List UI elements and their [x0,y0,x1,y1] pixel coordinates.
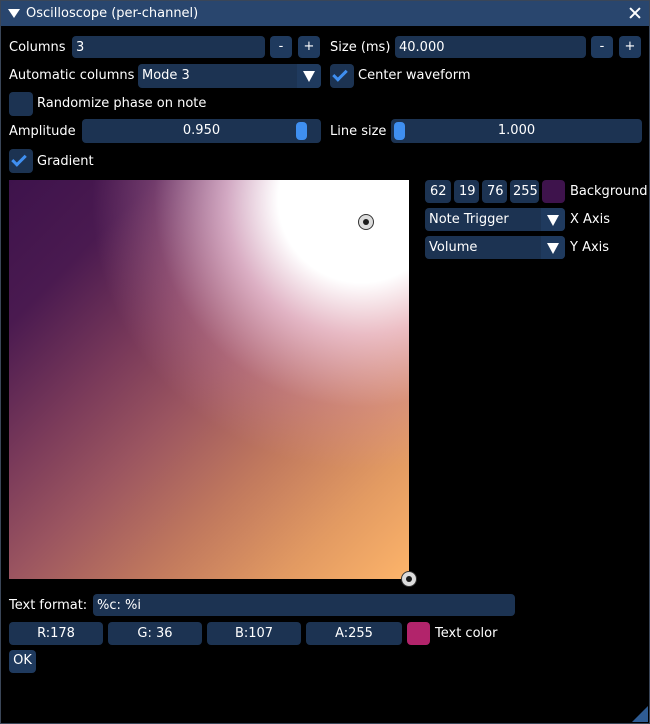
x-axis-value: Note Trigger [429,212,509,227]
text-color-label: Text color [435,626,498,641]
automatic-columns-label: Automatic columns [9,68,135,83]
resize-grip[interactable] [632,706,648,722]
y-axis-label: Y Axis [570,240,610,255]
background-b-value: 76 [487,184,504,199]
text-color-g-input[interactable]: G: 36 [108,622,202,645]
title-bar[interactable]: Oscilloscope (per-channel) [1,1,649,26]
randomize-phase-label: Randomize phase on note [37,96,207,111]
text-color-a-input[interactable]: A:255 [306,622,402,645]
size-value: 40.000 [399,40,445,55]
amplitude-value: 0.950 [182,123,221,138]
columns-decrement-button[interactable]: - [270,36,292,58]
background-label: Background [570,184,648,199]
checkmark-icon [332,66,348,82]
text-format-input[interactable]: %c: %i [93,594,515,616]
y-axis-value: Volume [429,240,478,255]
background-r-value: 62 [430,184,447,199]
checkmark-icon [11,151,27,167]
randomize-phase-checkbox[interactable] [9,92,33,116]
background-b-input[interactable]: 76 [482,180,507,203]
y-axis-combo[interactable]: Volume [425,236,565,259]
size-label: Size (ms) [330,40,391,55]
columns-input[interactable]: 3 [72,36,265,58]
size-input[interactable]: 40.000 [395,36,586,58]
automatic-columns-value: Mode 3 [142,68,190,83]
window-title: Oscilloscope (per-channel) [26,6,199,21]
ok-button[interactable]: OK [9,650,36,673]
size-decrement-button[interactable]: - [591,36,613,58]
x-axis-combo[interactable]: Note Trigger [425,208,565,231]
background-a-input[interactable]: 255 [510,180,539,203]
background-g-input[interactable]: 19 [454,180,479,203]
text-format-value: %c: %i [97,598,141,613]
background-g-value: 19 [459,184,476,199]
gradient-point-handle[interactable] [401,571,417,587]
text-format-label: Text format: [9,598,88,613]
line-size-slider[interactable]: 1.000 [391,119,642,143]
gradient-label: Gradient [37,154,94,169]
center-waveform-checkbox[interactable] [330,64,354,88]
background-color-swatch[interactable] [542,180,565,203]
line-size-label: Line size [330,124,387,139]
columns-increment-button[interactable]: + [298,36,320,58]
close-icon[interactable] [627,5,643,21]
gradient-editor[interactable] [9,180,409,579]
columns-label: Columns [9,40,66,55]
gradient-point-handle[interactable] [358,214,374,230]
gradient-checkbox[interactable] [9,149,33,173]
size-increment-button[interactable]: + [619,36,641,58]
chevron-down-icon [303,71,315,82]
center-waveform-label: Center waveform [358,68,471,83]
chevron-down-icon [547,215,559,226]
text-color-b-input[interactable]: B:107 [207,622,301,645]
automatic-columns-dropdown-button[interactable] [297,64,321,88]
background-a-value: 255 [513,184,538,199]
background-r-input[interactable]: 62 [425,180,451,203]
x-axis-label: X Axis [570,212,611,227]
y-axis-dropdown-button[interactable] [541,236,565,259]
line-size-value: 1.000 [497,123,536,138]
automatic-columns-combo[interactable]: Mode 3 [138,64,321,88]
text-color-r-input[interactable]: R:178 [9,622,103,645]
columns-value: 3 [76,40,85,55]
oscilloscope-window: Oscilloscope (per-channel) Columns 3 - +… [0,0,650,724]
collapse-arrow-icon[interactable] [8,9,20,18]
amplitude-label: Amplitude [9,124,76,139]
chevron-down-icon [547,243,559,254]
amplitude-slider[interactable]: 0.950 [82,119,321,143]
x-axis-dropdown-button[interactable] [541,208,565,231]
text-color-swatch[interactable] [407,622,430,645]
